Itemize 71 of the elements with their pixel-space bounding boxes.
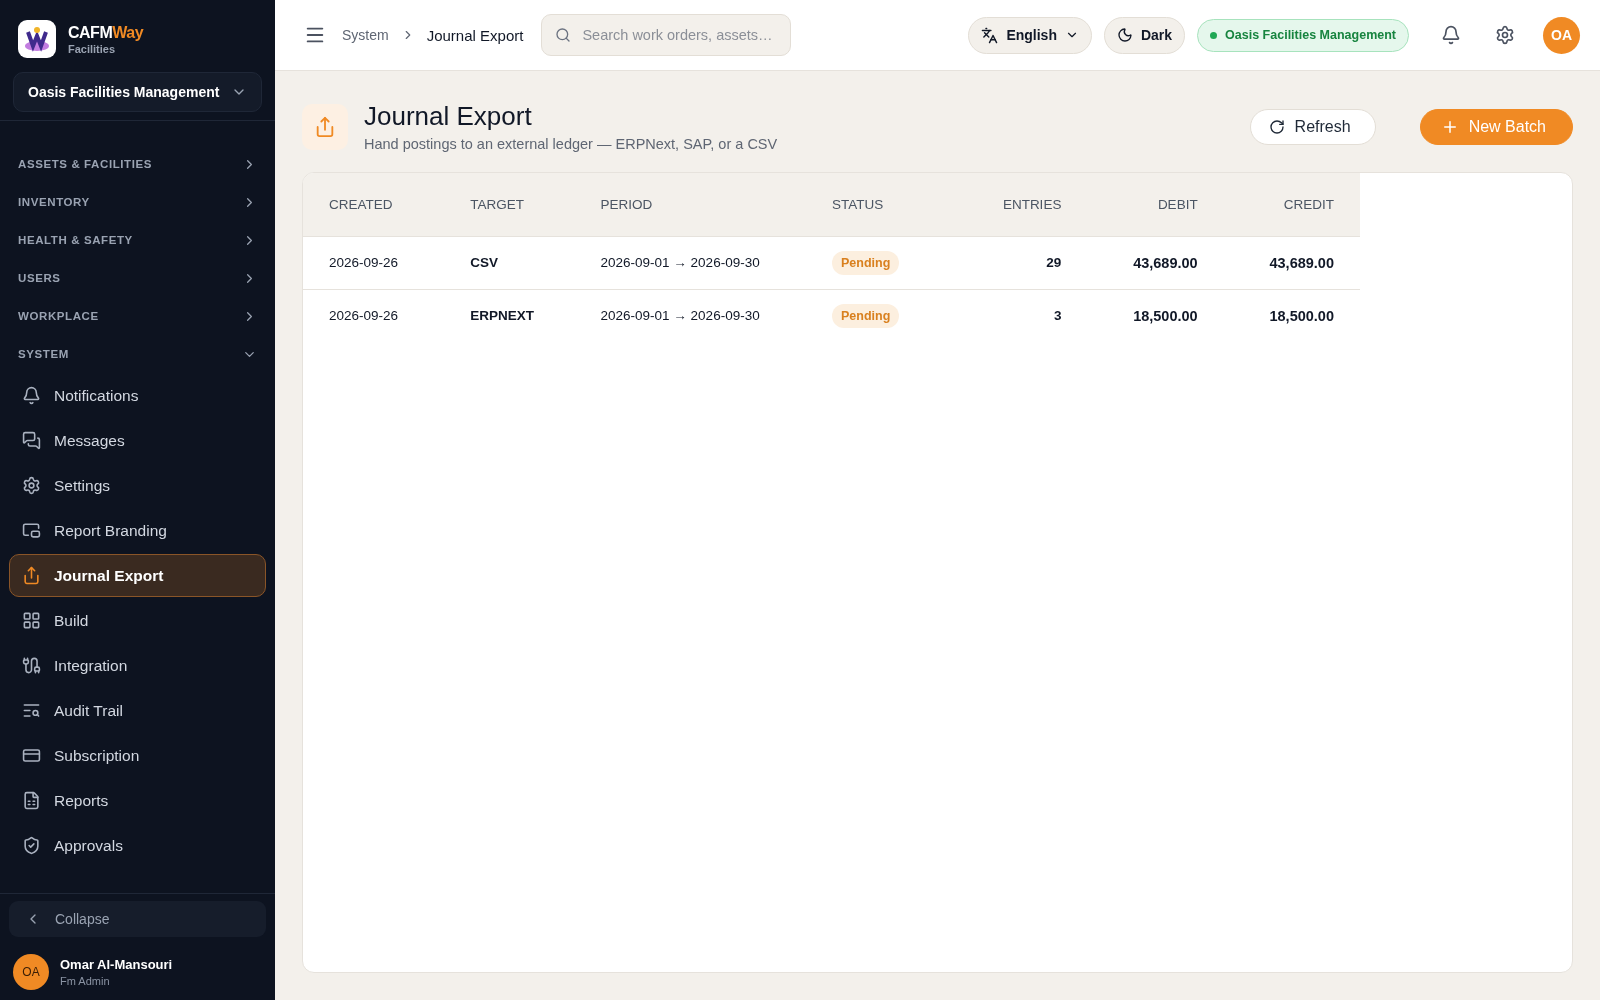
search-field[interactable]: Search work orders, assets… — [541, 14, 792, 56]
user-name: Omar Al-Mansouri — [60, 957, 173, 972]
picture-frame-icon — [22, 521, 41, 540]
sidebar-section[interactable]: WORKPLACE — [9, 297, 266, 335]
column-header: ENTRIES — [972, 173, 1062, 236]
shield-check-icon — [22, 836, 41, 855]
sidebar-item[interactable]: Settings — [9, 464, 266, 507]
table-cell: 43,689.00 — [1197, 236, 1360, 289]
table-cell: 18,500.00 — [1061, 289, 1198, 342]
user-role: Fm Admin — [60, 975, 111, 987]
language-selector[interactable]: English — [968, 16, 1092, 54]
table-cell: 18,500.00 — [1197, 289, 1360, 342]
list-search-icon — [22, 701, 41, 720]
document-icon — [22, 791, 41, 810]
sidebar-item[interactable]: Report Branding — [9, 509, 266, 552]
grid-icon — [22, 611, 41, 630]
organization-badge: Oasis Facilities Management — [1197, 18, 1409, 52]
sidebar-item[interactable]: Subscription — [9, 734, 266, 777]
table-cell: 2026-09-01 → 2026-09-30 — [600, 236, 832, 289]
share-icon — [302, 103, 348, 150]
translate-icon — [981, 26, 999, 44]
sidebar-section[interactable]: ASSETS & FACILITIES — [9, 145, 266, 183]
sidebar-section[interactable]: USERS — [9, 259, 266, 297]
chat-bubbles-icon — [22, 431, 41, 450]
table-cell: 3 — [972, 289, 1062, 342]
column-header: CREDIT — [1197, 173, 1360, 236]
moon-icon — [1116, 27, 1133, 43]
sidebar-item[interactable]: Notifications — [9, 374, 266, 417]
credit-card-icon — [22, 746, 41, 765]
breadcrumb-item[interactable]: System — [342, 27, 389, 43]
sidebar-section[interactable]: SYSTEM — [9, 335, 266, 373]
user-avatar: OA — [13, 954, 49, 990]
theme-toggle[interactable]: Dark — [1103, 16, 1186, 54]
column-header: CREATED — [303, 173, 471, 236]
breadcrumb-item: Journal Export — [426, 26, 524, 44]
column-header: STATUS — [832, 173, 973, 236]
page-title: Journal Export — [364, 101, 533, 132]
cable-icon — [22, 656, 41, 675]
column-header: TARGET — [470, 173, 601, 236]
collapse-button[interactable]: Collapse — [9, 901, 266, 937]
sidebar-item[interactable]: Build — [9, 599, 266, 642]
sidebar-item[interactable]: Audit Trail — [9, 689, 266, 732]
page-subtitle: Hand postings to an external ledger — ERPNext, SAP, or a CSV — [364, 136, 778, 152]
column-header: PERIOD — [600, 173, 832, 236]
column-header: DEBIT — [1061, 173, 1198, 236]
table-cell: ERPNEXT — [470, 289, 601, 342]
table-cell: 29 — [972, 236, 1062, 289]
brand-name: CAFMWay — [68, 23, 144, 42]
sidebar-item[interactable]: Reports — [9, 779, 266, 822]
status-badge: Pending — [832, 250, 900, 275]
table-cell: 2026-09-01 → 2026-09-30 — [600, 289, 832, 342]
logo-icon — [18, 20, 56, 58]
table-cell: CSV — [470, 236, 601, 289]
sidebar-item[interactable]: Journal Export — [9, 554, 266, 597]
table-cell: 2026-09-26 — [303, 236, 471, 289]
bell-icon — [22, 386, 41, 405]
sidebar-section[interactable]: HEALTH & SAFETY — [9, 221, 266, 259]
sidebar-item[interactable]: Messages — [9, 419, 266, 462]
refresh-button[interactable]: Refresh — [1249, 108, 1376, 145]
table-cell: 2026-09-26 — [303, 289, 471, 342]
status-badge: Pending — [832, 303, 900, 328]
sidebar-item[interactable]: Integration — [9, 644, 266, 687]
organization-selector[interactable]: Oasis Facilities Management — [13, 72, 262, 112]
refresh-icon — [1268, 118, 1285, 135]
search-icon — [555, 27, 572, 43]
brand-subtitle: Facilities — [68, 42, 117, 55]
settings-icon — [22, 476, 41, 495]
sidebar-section[interactable]: INVENTORY — [9, 183, 266, 221]
table-cell: 43,689.00 — [1061, 236, 1198, 289]
share-icon — [22, 566, 41, 585]
sidebar-item[interactable]: Approvals — [9, 824, 266, 867]
